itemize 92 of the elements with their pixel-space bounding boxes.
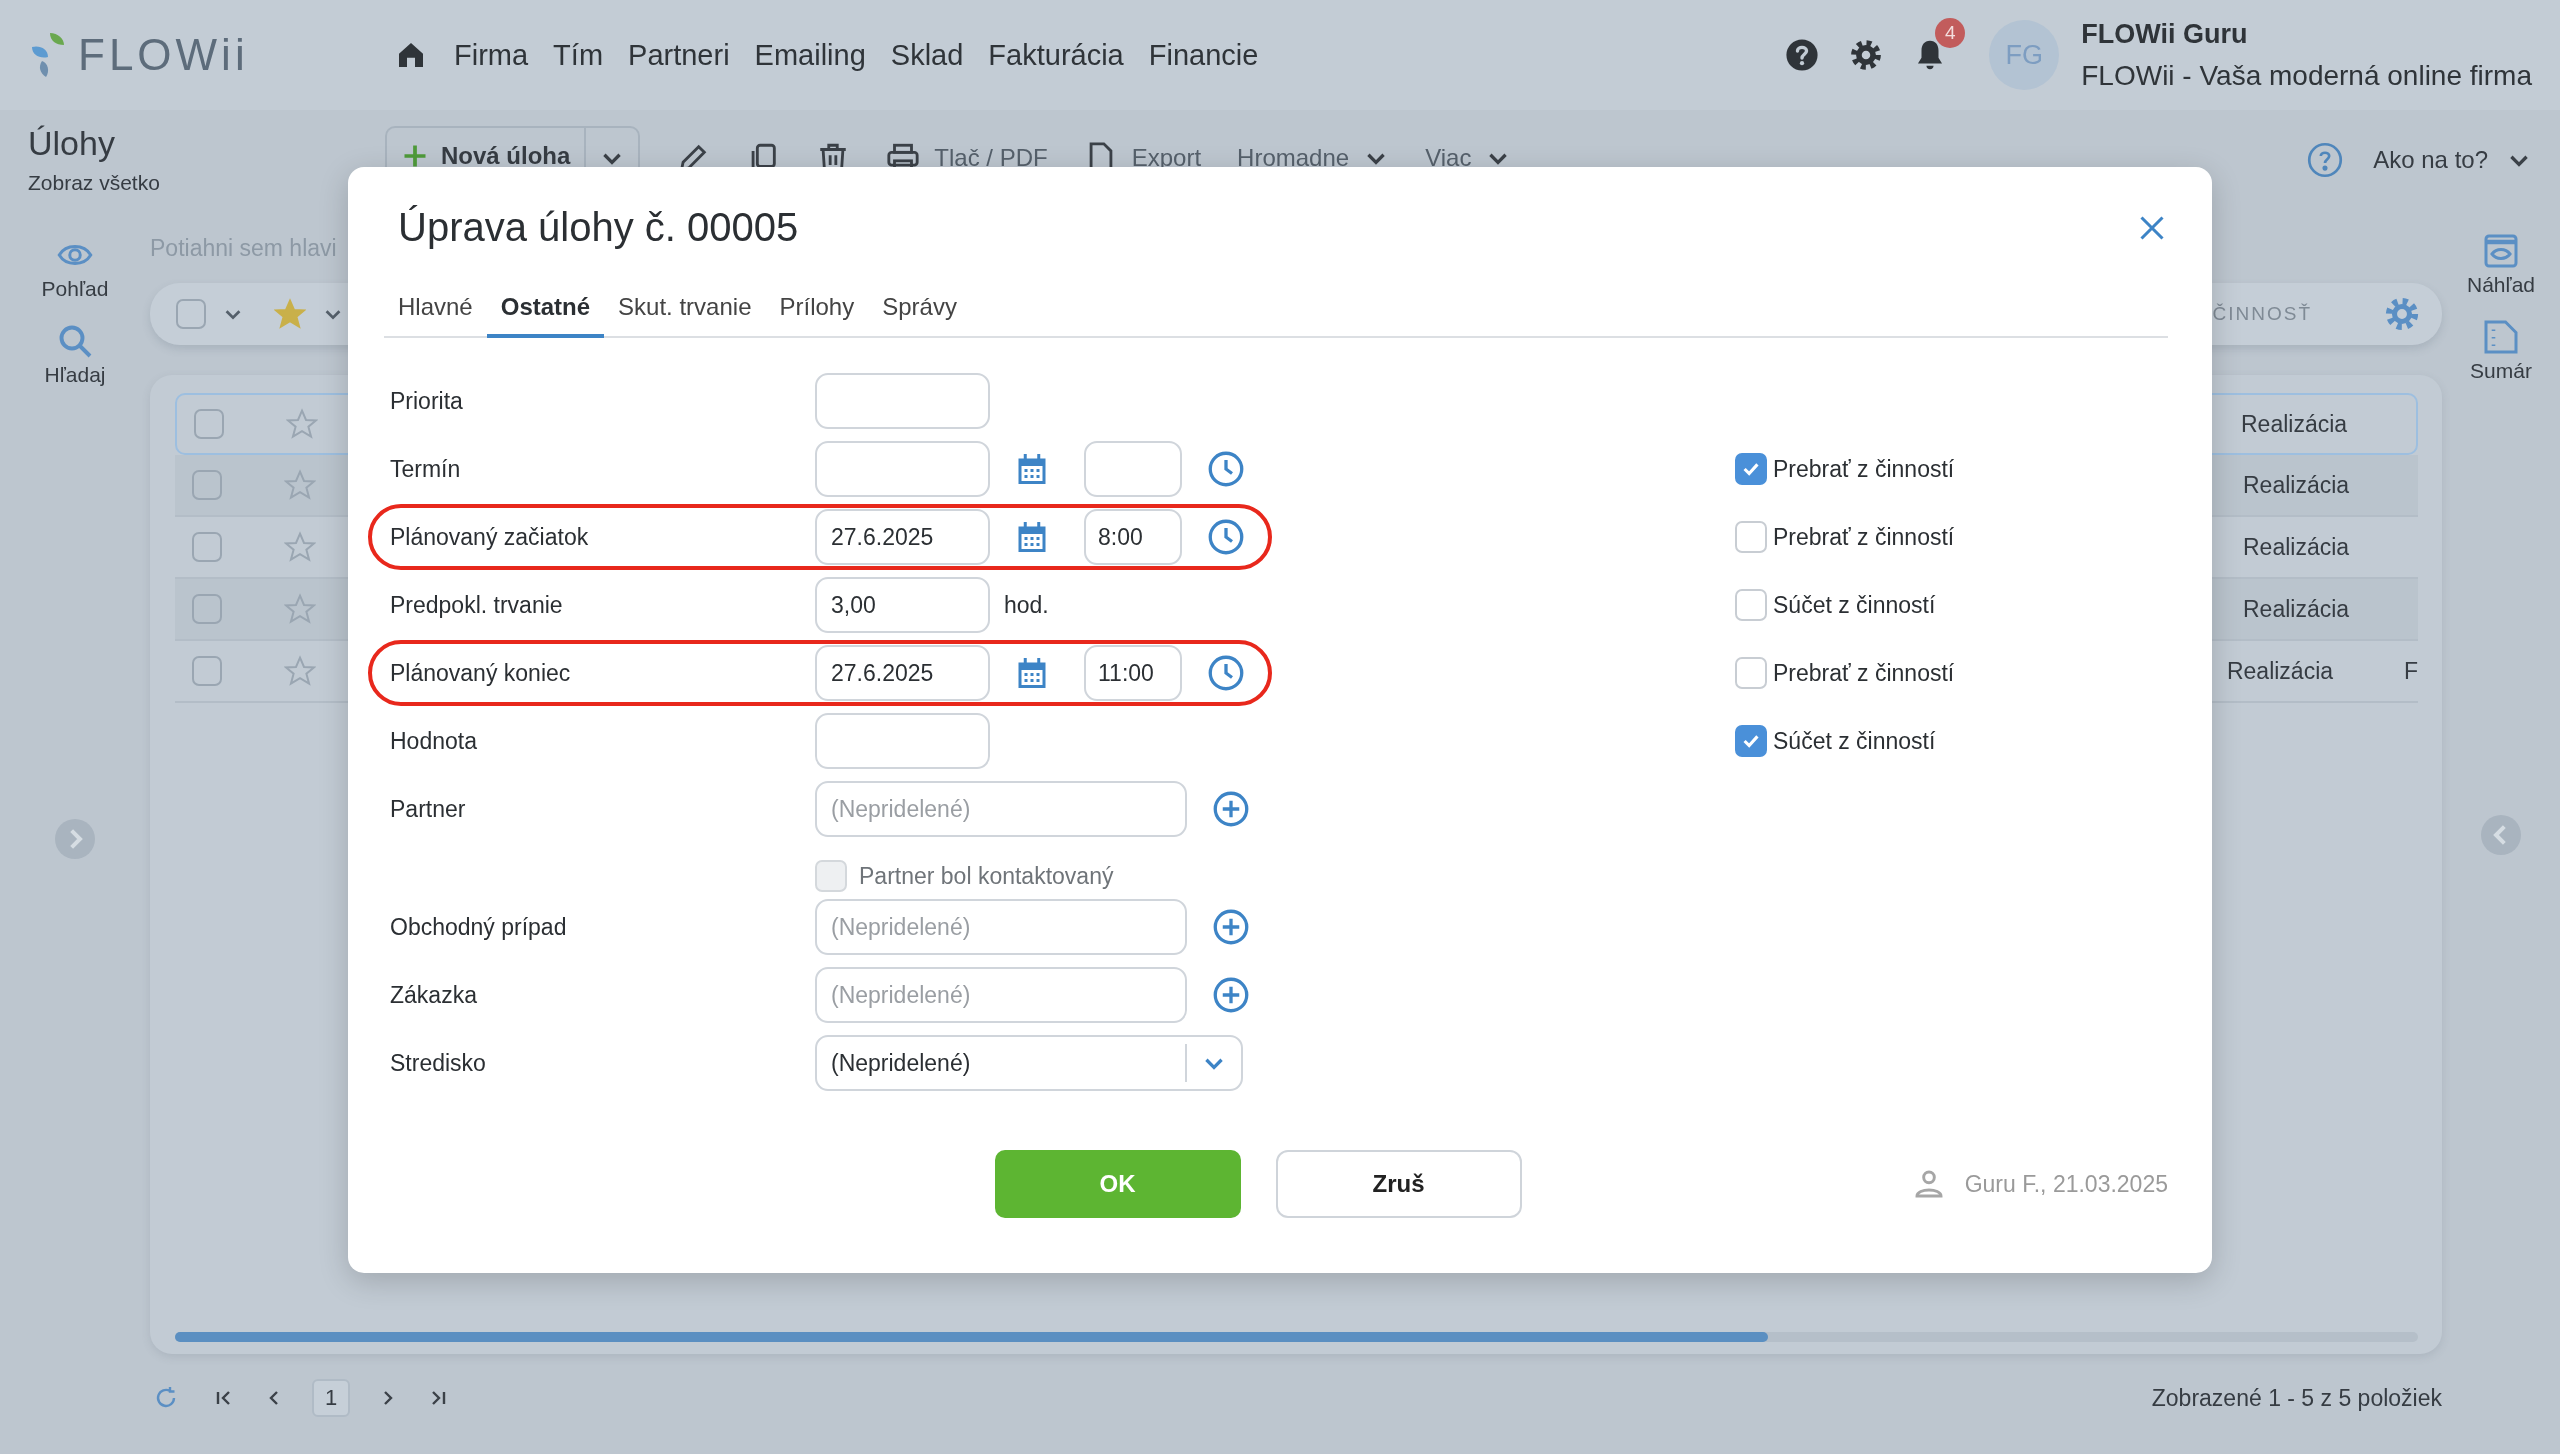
add-icon[interactable] [1213, 977, 1249, 1013]
tab[interactable]: Ostatné [486, 280, 605, 338]
add-icon[interactable] [1213, 909, 1249, 945]
row-checkbox[interactable] [192, 532, 222, 562]
modified-info: Guru F., 21.03.2025 [1964, 1170, 2168, 1198]
option-checkbox[interactable]: Prebrať z činností [1735, 521, 1955, 553]
lookup-field[interactable]: (Nepridelené) [815, 967, 1187, 1023]
row-checkbox[interactable] [194, 409, 224, 439]
field-label: Termín [390, 455, 462, 483]
star-icon[interactable] [284, 469, 316, 501]
field-label: Plánovaný začiatok [390, 523, 590, 551]
nav-link[interactable]: Partneri [628, 38, 730, 72]
help-icon [2307, 142, 2344, 178]
cancel-button[interactable]: Zruš [1275, 1150, 1522, 1218]
star-icon[interactable] [284, 655, 316, 687]
table-cell-text: Realizácia [2243, 471, 2351, 499]
clock-icon[interactable] [1208, 519, 1244, 555]
settings-icon[interactable] [1849, 38, 1884, 72]
lookup-field[interactable]: (Nepridelené) [815, 781, 1187, 837]
search-icon [57, 323, 93, 359]
refresh-icon[interactable] [154, 1386, 178, 1410]
table-cell-text: Realizácia [2243, 595, 2351, 623]
dialog-title: Úprava úlohy č. 00005 [398, 205, 799, 250]
tab[interactable]: Skut. trvanie [604, 280, 766, 338]
field-label: Plánovaný koniec [390, 659, 572, 687]
document-icon [2483, 319, 2519, 355]
pager-summary: Zobrazené 1 - 5 z 5 položiek [2151, 1384, 2442, 1412]
option-checkbox[interactable]: Prebrať z činností [1735, 453, 1955, 485]
clock-icon[interactable] [1208, 655, 1244, 691]
star-icon[interactable] [284, 593, 316, 625]
field-label: Stredisko [390, 1049, 487, 1077]
logo-text: FLOWii [78, 30, 249, 80]
option-checkbox[interactable]: Súčet z činností [1735, 589, 1936, 621]
help-icon[interactable] [1785, 38, 1820, 72]
notification-badge: 4 [1935, 18, 1966, 48]
text-field[interactable] [815, 713, 990, 769]
select-all-checkbox[interactable] [176, 299, 206, 329]
field-label: Predpokl. trvanie [390, 591, 564, 619]
tab[interactable]: Správy [868, 280, 971, 338]
add-icon[interactable] [1213, 791, 1249, 827]
field-label: Obchodný prípad [390, 913, 568, 941]
row-checkbox[interactable] [192, 594, 222, 624]
lookup-field[interactable]: (Nepridelené) [815, 899, 1187, 955]
nav-link[interactable]: Tím [553, 38, 604, 72]
duration-field[interactable]: 3,00 [815, 577, 990, 633]
field-label: Priorita [390, 387, 464, 415]
nav-link[interactable]: Sklad [890, 38, 964, 72]
search-button[interactable]: Hľadaj [44, 323, 106, 387]
nav-link[interactable]: Fakturácia [988, 38, 1124, 72]
bulk-menu-button[interactable]: Hromadne [1237, 144, 1390, 172]
field-label: Zákazka [390, 981, 478, 1009]
company-name: FLOWii - Vaša moderná online firma [2081, 59, 2532, 92]
date-field[interactable]: 27.6.2025 [815, 509, 990, 565]
preview-icon [2483, 233, 2519, 269]
close-icon[interactable] [2138, 213, 2166, 242]
tab[interactable]: Prílohy [765, 280, 869, 338]
more-menu-button[interactable]: Viac [1425, 144, 1512, 172]
scrollbar-thumb[interactable] [175, 1332, 1768, 1342]
preview-button[interactable]: Náhľad [2467, 233, 2535, 297]
time-field[interactable]: 8:00 [1084, 509, 1182, 565]
dropdown-field[interactable]: (Nepridelené) [815, 1035, 1243, 1091]
table-cell-text: Realizácia [2243, 533, 2351, 561]
row-checkbox[interactable] [192, 470, 222, 500]
field-label: Partner [390, 795, 467, 823]
time-field[interactable] [1084, 441, 1182, 497]
page-number[interactable]: 1 [312, 1379, 350, 1417]
table-cell-text: Realizácia [2226, 657, 2335, 685]
star-icon[interactable] [286, 408, 318, 440]
table-cell-text: Realizácia [2241, 410, 2349, 438]
clock-icon[interactable] [1208, 451, 1244, 487]
page-title: Úlohy [28, 124, 116, 163]
nav-link[interactable]: Emailing [754, 38, 866, 72]
date-field[interactable] [815, 441, 990, 497]
star-icon[interactable] [284, 531, 316, 563]
unit-label: hod. [1004, 591, 1049, 619]
row-checkbox[interactable] [192, 656, 222, 686]
star-filter-icon[interactable] [274, 298, 306, 330]
nav-link[interactable]: Financie [1148, 38, 1259, 72]
user-name: FLOWii Guru [2081, 18, 2249, 50]
print-button[interactable]: Tlač / PDF [886, 141, 1048, 175]
time-field[interactable]: 11:00 [1084, 645, 1182, 701]
tab[interactable]: Hlavné [384, 280, 487, 338]
date-field[interactable]: 27.6.2025 [815, 645, 990, 701]
option-checkbox[interactable]: Súčet z činností [1735, 725, 1936, 757]
table-cell: F [2403, 657, 2418, 685]
nav-link[interactable]: Firma [454, 38, 529, 72]
text-field[interactable] [815, 373, 990, 429]
field-label: Hodnota [390, 727, 478, 755]
help-button[interactable]: Ako na to? [2307, 142, 2532, 178]
option-checkbox[interactable]: Prebrať z činností [1735, 657, 1955, 689]
summary-button[interactable]: Sumár [2470, 319, 2532, 383]
view-button[interactable]: Pohľad [41, 237, 109, 301]
